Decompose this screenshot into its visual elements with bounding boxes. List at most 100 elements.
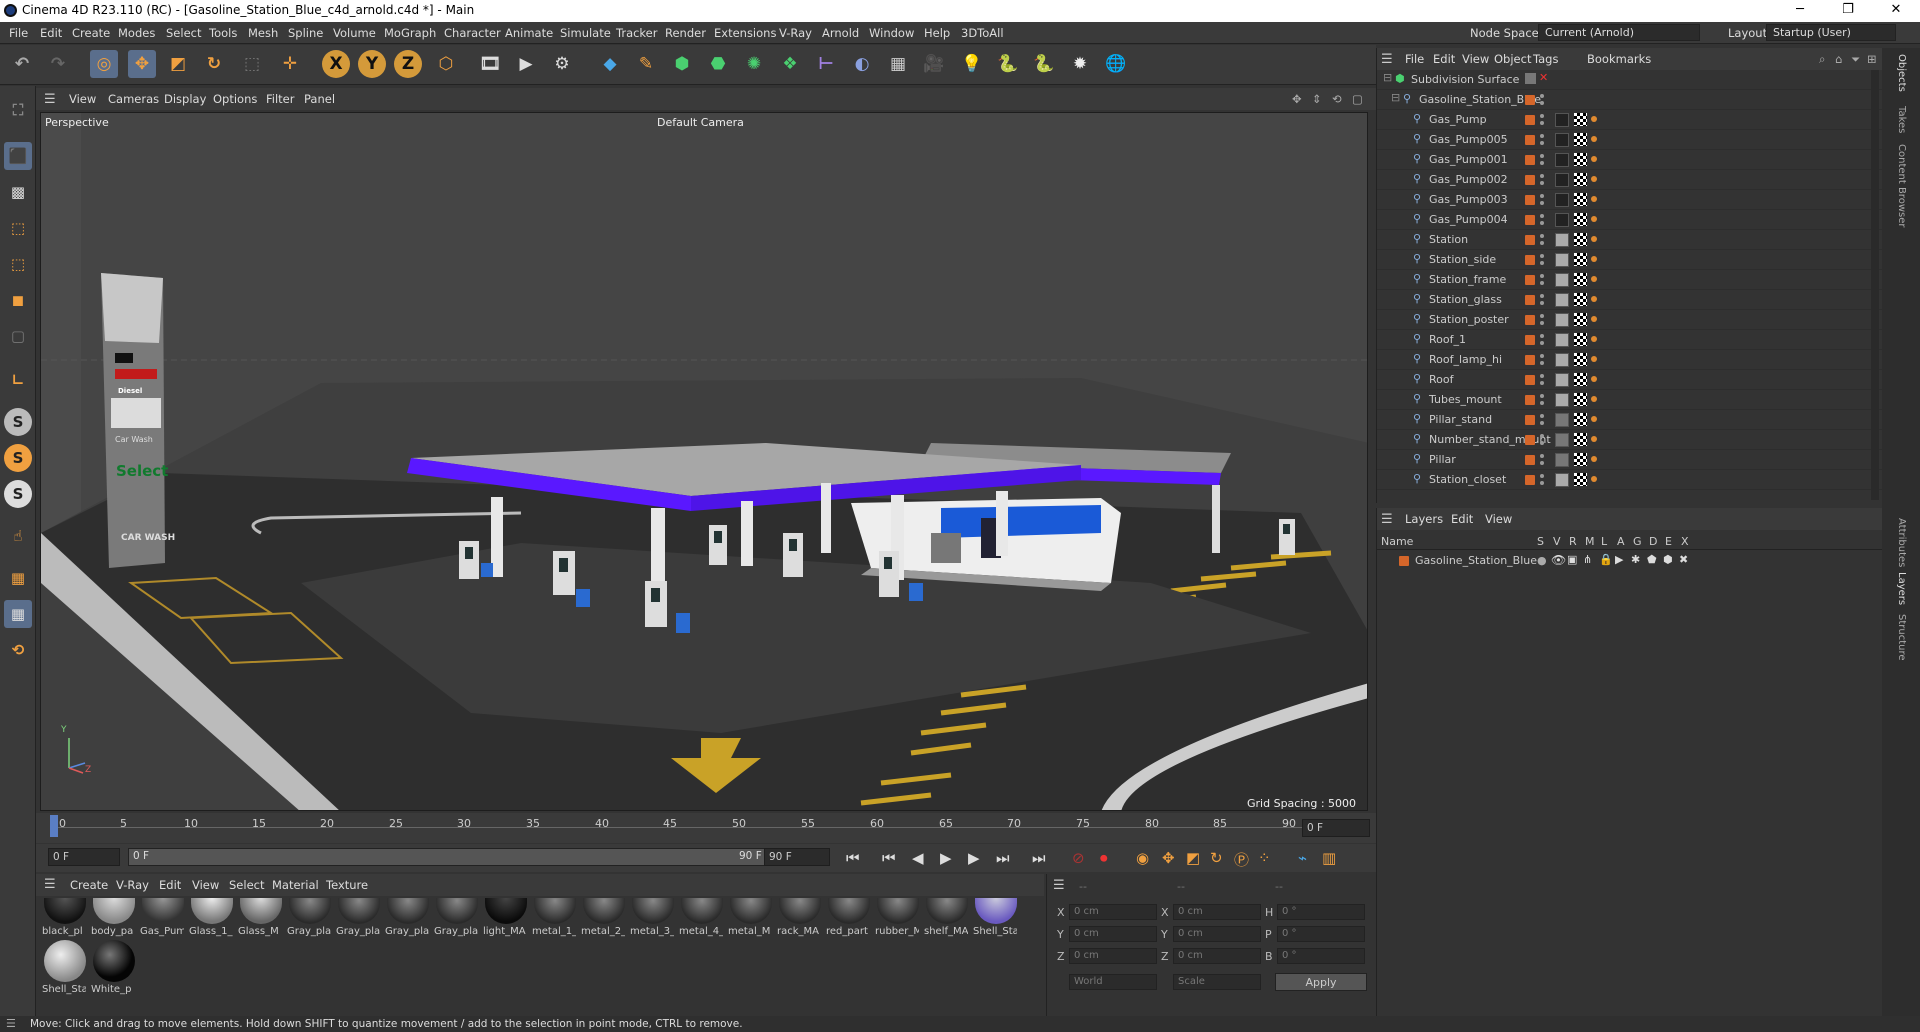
layer-row[interactable]: Gasoline_Station_Blue ● 👁 ▣ ⋔ 🔒 ▶ ✱ ⬟ ⬢ … <box>1377 552 1882 572</box>
texture-tag-icon[interactable] <box>1574 413 1587 426</box>
render-region-icon[interactable]: 🎞 <box>476 50 504 78</box>
texture-tag-icon[interactable] <box>1574 333 1587 346</box>
object-row[interactable]: ⚲ Gas_Pump005 <box>1377 130 1882 150</box>
position-x-field[interactable]: 0 cm <box>1069 904 1157 920</box>
material-swatch[interactable]: Glass_M <box>238 898 284 950</box>
material-swatch[interactable]: Gray_pla <box>336 898 382 950</box>
cloner-icon[interactable]: ❖ <box>776 50 804 78</box>
material-swatch[interactable]: metal_2_ <box>581 898 627 950</box>
layer-deformer-icon[interactable]: ⬟ <box>1647 553 1657 566</box>
arnold-tag-icon[interactable] <box>1591 236 1597 242</box>
grid-icon[interactable]: ▦ <box>4 600 32 628</box>
recent-tools-icon[interactable]: ⬚ <box>238 50 266 78</box>
material-tag-icon[interactable] <box>1555 173 1569 187</box>
material-tag-icon[interactable] <box>1555 233 1569 247</box>
goto-end-icon[interactable]: ⏭ <box>1032 849 1046 867</box>
layer-col-flag[interactable]: X <box>1681 535 1689 548</box>
light-icon[interactable]: 💡 <box>958 50 986 78</box>
layer-col-flag[interactable]: R <box>1569 535 1577 548</box>
material-tag-icon[interactable] <box>1555 333 1569 347</box>
prev-key-icon[interactable]: ⏮ <box>882 849 896 867</box>
maximize-button[interactable]: ❐ <box>1828 2 1868 17</box>
layer-col-flag[interactable]: A <box>1617 535 1625 548</box>
minimize-button[interactable]: ─ <box>1780 2 1820 17</box>
render-view-icon[interactable]: ▶ <box>512 50 540 78</box>
material-swatch[interactable]: metal_3_ <box>630 898 676 950</box>
cube-object-icon[interactable]: ◆ <box>596 50 624 78</box>
menu-tracker[interactable]: Tracker <box>616 26 658 40</box>
world-dropdown[interactable]: World <box>1069 974 1157 990</box>
material-tag-icon[interactable] <box>1555 253 1569 267</box>
layer-col-flag[interactable]: E <box>1665 535 1672 548</box>
material-swatch[interactable]: Shell_Sta <box>973 898 1019 950</box>
material-swatch[interactable]: Glass_1_ <box>189 898 235 950</box>
object-row[interactable]: ⚲ Station_side <box>1377 250 1882 270</box>
model-mode-icon[interactable]: ⬛ <box>4 142 32 170</box>
playhead[interactable] <box>50 815 58 837</box>
mat-menu-edit[interactable]: Edit <box>159 878 181 892</box>
object-row[interactable]: ⚲ Station_closet <box>1377 470 1882 490</box>
texture-tag-icon[interactable] <box>1574 113 1587 126</box>
field-icon[interactable]: ◐ <box>848 50 876 78</box>
menu-tools[interactable]: Tools <box>209 26 237 40</box>
point-mode-icon[interactable]: ⬚ <box>4 214 32 242</box>
end-frame-input[interactable]: 90 F <box>764 848 830 866</box>
menu-3dtoall[interactable]: 3DToAll <box>961 26 1004 40</box>
material-swatch[interactable]: Gas_Pum <box>140 898 186 950</box>
mat-menu-material[interactable]: Material <box>272 878 319 892</box>
vp-menu-filter[interactable]: Filter <box>266 92 294 106</box>
viewport-perspective[interactable]: Perspective Default Camera Diesel Car Wa… <box>40 112 1368 811</box>
menu-mesh[interactable]: Mesh <box>248 26 278 40</box>
arnold-tag-icon[interactable] <box>1591 116 1597 122</box>
timeline-ruler[interactable]: 0 5 10 15 20 25 30 35 40 45 50 55 60 65 … <box>36 813 1376 843</box>
key-pla-icon[interactable]: ⁘ <box>1258 849 1271 867</box>
layer-col-flag[interactable]: L <box>1601 535 1607 548</box>
texture-tag-icon[interactable] <box>1574 313 1587 326</box>
material-tag-icon[interactable] <box>1555 453 1569 467</box>
texture-tag-icon[interactable] <box>1574 473 1587 486</box>
material-tag-icon[interactable] <box>1555 133 1569 147</box>
object-row[interactable]: ⚲ Roof <box>1377 370 1882 390</box>
material-tag-icon[interactable] <box>1555 193 1569 207</box>
arnold-tag-icon[interactable] <box>1591 296 1597 302</box>
apply-button[interactable]: Apply <box>1275 973 1367 991</box>
object-row[interactable]: ⚲ Roof_lamp_hi <box>1377 350 1882 370</box>
object-row[interactable]: ⚲ Station_poster <box>1377 310 1882 330</box>
python-icon[interactable]: 🐍 <box>994 50 1022 78</box>
goto-start-icon[interactable]: ⏮ <box>846 849 860 867</box>
texture-tag-icon[interactable] <box>1574 153 1587 166</box>
workplane-icon[interactable]: ▦ <box>4 564 32 592</box>
status-hamburger-icon[interactable]: ☰ <box>6 1017 16 1030</box>
pen-spline-icon[interactable]: ✎ <box>632 50 660 78</box>
texture-mode-icon[interactable]: ▩ <box>4 178 32 206</box>
coordinate-system-icon[interactable]: ⬡ <box>432 50 460 78</box>
material-tag-icon[interactable] <box>1555 313 1569 327</box>
move-view-icon[interactable]: ✥ <box>1292 92 1302 106</box>
object-row[interactable]: ⚲ Gas_Pump003 <box>1377 190 1882 210</box>
texture-tag-icon[interactable] <box>1574 373 1587 386</box>
menu-help[interactable]: Help <box>924 26 950 40</box>
arnold-tag-icon[interactable] <box>1591 276 1597 282</box>
object-scrollbar[interactable] <box>1871 70 1879 500</box>
material-swatch[interactable]: Gray_pla <box>385 898 431 950</box>
arnold-tag-icon[interactable] <box>1591 436 1597 442</box>
texture-tag-icon[interactable] <box>1574 273 1587 286</box>
object-row[interactable]: ⚲ Station_frame <box>1377 270 1882 290</box>
start-frame-field[interactable]: 0 F <box>48 848 120 866</box>
layer-visible-icon[interactable]: 👁 <box>1551 553 1566 567</box>
undo-icon[interactable]: ↶ <box>8 50 36 78</box>
node-space-dropdown[interactable]: Current (Arnold) <box>1538 24 1700 41</box>
layer-color-swatch[interactable] <box>1399 556 1409 566</box>
mat-menu-create[interactable]: Create <box>70 878 108 892</box>
vp-menu-options[interactable]: Options <box>213 92 257 106</box>
arnold-settings-icon[interactable]: ✹ <box>1066 50 1094 78</box>
camera-icon[interactable]: 🎥 <box>920 50 948 78</box>
menu-mograph[interactable]: MoGraph <box>384 26 436 40</box>
position-y-field[interactable]: 0 cm <box>1069 926 1157 942</box>
hamburger-icon[interactable]: ☰ <box>44 92 56 107</box>
material-swatch[interactable]: rack_MA <box>777 898 823 950</box>
material-swatch[interactable]: Shell_Sta <box>42 940 88 996</box>
tab-structure[interactable]: Structure <box>1896 614 1907 661</box>
snap-settings-icon[interactable]: S <box>4 444 32 472</box>
object-row[interactable]: ⚲ Gas_Pump004 <box>1377 210 1882 230</box>
